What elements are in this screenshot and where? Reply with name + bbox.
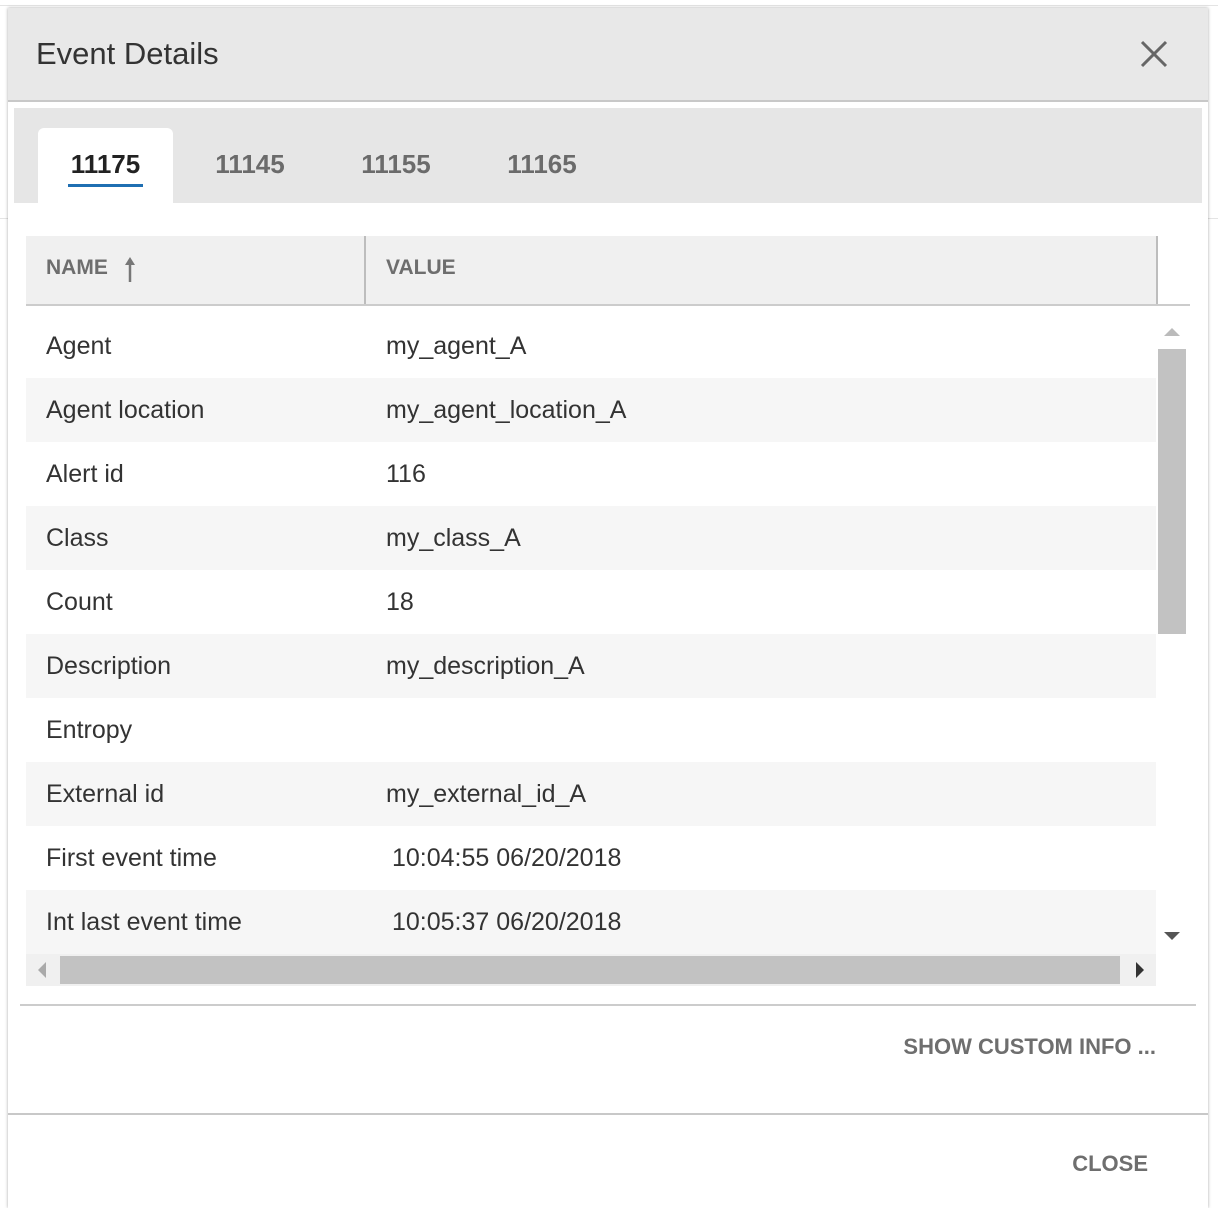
value-cell: 116 [386, 460, 426, 488]
tab-11175[interactable]: 11175 [38, 128, 173, 203]
value-cell: 10:05:37 06/20/2018 [392, 908, 622, 936]
active-tab-indicator [68, 184, 143, 187]
column-separator [1156, 236, 1158, 304]
table-row[interactable]: Count 18 [26, 570, 1156, 634]
tab-11145[interactable]: 11145 [190, 128, 310, 203]
event-details-dialog: Event Details 11175 11145 11155 11165 NA… [8, 8, 1208, 1208]
vertical-scrollbar[interactable] [1156, 314, 1188, 954]
backdrop-line [0, 5, 1218, 6]
value-cell: my_agent_A [386, 332, 527, 360]
table-row[interactable]: Agent location my_agent_location_A [26, 378, 1156, 442]
value-cell: my_agent_location_A [386, 396, 627, 424]
name-cell: Entropy [46, 716, 133, 744]
column-header-value[interactable]: VALUE [386, 256, 456, 280]
value-cell: my_class_A [386, 524, 521, 552]
value-cell: my_description_A [386, 652, 585, 680]
table-row[interactable]: Description my_description_A [26, 634, 1156, 698]
table-row[interactable]: Entropy [26, 698, 1156, 762]
table-row[interactable]: Class my_class_A [26, 506, 1156, 570]
name-cell: Count [46, 588, 113, 616]
name-cell: Description [46, 652, 172, 680]
name-cell: First event time [46, 844, 217, 872]
horizontal-scrollbar[interactable] [26, 954, 1156, 986]
name-cell: Agent [46, 332, 112, 360]
name-cell: External id [46, 780, 165, 808]
name-cell: Alert id [46, 460, 124, 488]
show-custom-info-button[interactable]: SHOW CUSTOM INFO ... [903, 1034, 1156, 1060]
tab-label: 11165 [507, 149, 577, 179]
close-button[interactable]: CLOSE [1072, 1151, 1148, 1177]
value-cell: 10:04:55 06/20/2018 [392, 844, 622, 872]
table-divider [20, 1004, 1196, 1006]
table-header [26, 236, 1158, 304]
value-cell: 18 [386, 588, 414, 616]
footer-divider [8, 1113, 1208, 1115]
scroll-right-icon[interactable] [1136, 962, 1144, 978]
name-cell: Class [46, 524, 109, 552]
vertical-scroll-thumb[interactable] [1158, 349, 1186, 634]
dialog-header: Event Details [8, 8, 1208, 102]
table-row[interactable]: First event time 10:04:55 06/20/2018 [26, 826, 1156, 890]
horizontal-scroll-thumb[interactable] [60, 956, 1120, 984]
tab-label: 11175 [70, 149, 141, 179]
name-cell: Agent location [46, 396, 205, 424]
table-row[interactable]: Int last event time 10:05:37 06/20/2018 [26, 890, 1156, 954]
tab-bar: 11175 11145 11155 11165 [14, 108, 1202, 203]
column-header-name[interactable]: NAME [46, 256, 108, 280]
table-row[interactable]: External id my_external_id_A [26, 762, 1156, 826]
tab-11165[interactable]: 11165 [482, 128, 602, 203]
scroll-up-icon[interactable] [1164, 328, 1180, 336]
dialog-title: Event Details [36, 36, 219, 71]
header-divider [26, 304, 1190, 306]
table-row[interactable]: Alert id 116 [26, 442, 1156, 506]
tab-label: 11145 [215, 149, 285, 179]
tab-11155[interactable]: 11155 [336, 128, 456, 203]
scroll-down-icon[interactable] [1164, 932, 1180, 940]
column-separator[interactable] [364, 236, 366, 304]
table-row[interactable]: Agent my_agent_A [26, 314, 1156, 378]
close-icon[interactable] [1136, 36, 1172, 72]
name-cell: Int last event time [46, 908, 242, 936]
scroll-left-icon[interactable] [38, 962, 46, 978]
value-cell: my_external_id_A [386, 780, 587, 808]
tab-label: 11155 [361, 149, 431, 179]
arrow-up-icon[interactable] [122, 256, 138, 284]
